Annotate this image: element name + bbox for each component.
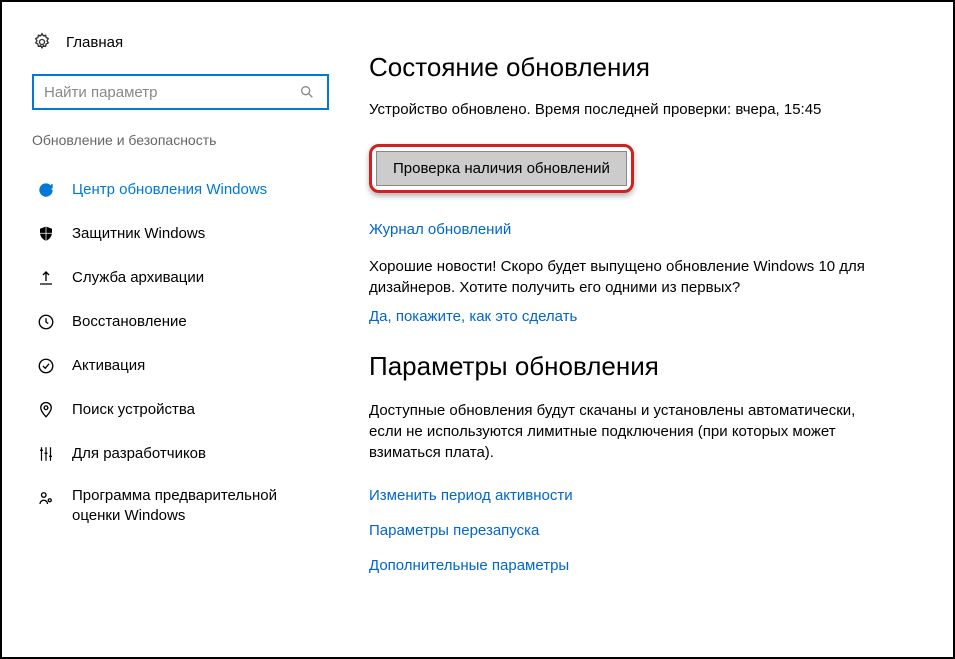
- status-text: Устройство обновлено. Время последней пр…: [369, 101, 903, 118]
- sidebar-item-recovery[interactable]: Восстановление: [32, 300, 329, 344]
- upload-icon: [36, 268, 56, 288]
- section-label: Обновление и безопасность: [32, 132, 329, 148]
- history-icon: [36, 312, 56, 332]
- params-heading: Параметры обновления: [369, 351, 903, 382]
- sidebar-item-find-device[interactable]: Поиск устройства: [32, 388, 329, 432]
- sidebar-item-label: Восстановление: [72, 312, 187, 332]
- home-label: Главная: [66, 34, 123, 51]
- sidebar-item-label: Центр обновления Windows: [72, 180, 267, 200]
- search-box[interactable]: [32, 74, 329, 110]
- sidebar-item-label: Защитник Windows: [72, 224, 205, 244]
- news-text: Хорошие новости! Скоро будет выпущено об…: [369, 256, 879, 298]
- insider-icon: [36, 488, 56, 508]
- home-button[interactable]: Главная: [32, 32, 329, 52]
- search-input[interactable]: [44, 84, 297, 101]
- sidebar-item-label: Поиск устройства: [72, 400, 195, 420]
- advanced-options-link[interactable]: Дополнительные параметры: [369, 557, 903, 574]
- sidebar-item-backup[interactable]: Служба архивации: [32, 256, 329, 300]
- check-updates-button[interactable]: Проверка наличия обновлений: [376, 151, 627, 186]
- sidebar-item-label: Программа предварительной оценки Windows: [72, 486, 329, 525]
- news-link[interactable]: Да, покажите, как это сделать: [369, 308, 903, 325]
- location-icon: [36, 400, 56, 420]
- check-updates-highlight: Проверка наличия обновлений: [369, 144, 634, 193]
- sidebar-item-label: Служба архивации: [72, 268, 204, 288]
- main-content: Состояние обновления Устройство обновлен…: [347, 2, 953, 657]
- sidebar-item-developers[interactable]: Для разработчиков: [32, 432, 329, 476]
- check-circle-icon: [36, 356, 56, 376]
- sidebar-item-label: Активация: [72, 356, 145, 376]
- status-heading: Состояние обновления: [369, 52, 903, 83]
- shield-icon: [36, 224, 56, 244]
- settings-window: Главная Обновление и безопасность Центр …: [0, 0, 955, 659]
- sidebar-item-activation[interactable]: Активация: [32, 344, 329, 388]
- sync-icon: [36, 180, 56, 200]
- gear-icon: [32, 32, 52, 52]
- sidebar-item-defender[interactable]: Защитник Windows: [32, 212, 329, 256]
- params-text: Доступные обновления будут скачаны и уст…: [369, 400, 879, 463]
- update-history-link[interactable]: Журнал обновлений: [369, 221, 903, 238]
- sidebar-item-windows-update[interactable]: Центр обновления Windows: [32, 168, 329, 212]
- sidebar-item-insider[interactable]: Программа предварительной оценки Windows: [32, 476, 329, 535]
- search-icon: [297, 82, 317, 102]
- tools-icon: [36, 444, 56, 464]
- restart-options-link[interactable]: Параметры перезапуска: [369, 522, 903, 539]
- active-hours-link[interactable]: Изменить период активности: [369, 487, 903, 504]
- sidebar: Главная Обновление и безопасность Центр …: [2, 2, 347, 657]
- sidebar-item-label: Для разработчиков: [72, 444, 206, 464]
